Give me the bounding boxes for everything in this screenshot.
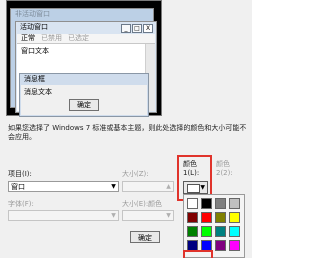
size-select[interactable]: ▲ (122, 181, 174, 192)
window-color-appearance-dialog: 非活动窗口 活动窗口 _ □ X 正常 已禁用 已选定 窗口文本 消息框 消息文… (0, 0, 252, 258)
color-swatch[interactable] (201, 212, 212, 223)
color-swatch[interactable] (215, 240, 226, 251)
menu-bar-preview[interactable]: 正常 已禁用 已选定 (17, 34, 155, 44)
menu-selected[interactable]: 已选定 (68, 34, 89, 43)
message-box-preview[interactable]: 消息框 消息文本 确定 (19, 73, 149, 117)
window-text: 窗口文本 (21, 47, 49, 55)
item-select[interactable]: 窗口 ▼ (8, 181, 119, 192)
color-swatch[interactable] (229, 226, 240, 237)
color-swatch[interactable] (229, 212, 240, 223)
maximize-icon[interactable]: □ (132, 24, 142, 33)
menu-normal[interactable]: 正常 (21, 34, 35, 43)
color2-label: 颜色 (216, 160, 230, 168)
size-label: 大小(Z): (122, 170, 149, 178)
font-color-label: 颜色 (148, 200, 162, 208)
color2-sublabel: 2(2): (216, 169, 233, 177)
font-label: 字体(F): (8, 200, 34, 208)
color-swatch[interactable] (215, 212, 226, 223)
palette-highlight (183, 250, 213, 258)
close-icon[interactable]: X (143, 24, 153, 33)
ok-button[interactable]: 确定 (130, 231, 160, 243)
minimize-icon[interactable]: _ (121, 24, 131, 33)
font-size-label: 大小(E): (122, 200, 149, 208)
color-swatch[interactable] (187, 212, 198, 223)
message-box-body: 消息文本 确定 (21, 85, 147, 115)
color-swatch[interactable] (187, 226, 198, 237)
color-swatch[interactable] (229, 240, 240, 251)
chevron-down-icon: ▼ (111, 183, 116, 190)
font-size-select[interactable]: ▼ (122, 210, 174, 221)
color-palette[interactable] (183, 194, 245, 258)
appearance-preview[interactable]: 非活动窗口 活动窗口 _ □ X 正常 已禁用 已选定 窗口文本 消息框 消息文… (6, 0, 162, 117)
preview-ok-button[interactable]: 确定 (69, 99, 99, 111)
stepper-icon: ▲ (166, 183, 171, 190)
chevron-down-icon: ▼ (111, 212, 116, 219)
color-swatch[interactable] (215, 198, 226, 209)
color-swatch[interactable] (201, 198, 212, 209)
message-box-title[interactable]: 消息框 (20, 74, 148, 84)
item-label: 项目(I): (8, 170, 32, 178)
menu-disabled[interactable]: 已禁用 (41, 34, 62, 43)
color-swatch[interactable] (229, 198, 240, 209)
chevron-down-icon: ▼ (166, 212, 171, 219)
inactive-window-title[interactable]: 非活动窗口 (11, 9, 153, 20)
font-select[interactable]: ▼ (8, 210, 119, 221)
theme-note: 如果您选择了 Windows 7 标准或基本主题，则此处选择的颜色和大小可能不会… (8, 124, 247, 141)
color-swatch[interactable] (201, 226, 212, 237)
item-value: 窗口 (11, 183, 25, 191)
caption-buttons: _ □ X (121, 24, 153, 33)
color-swatch[interactable] (187, 198, 198, 209)
color-swatch[interactable] (215, 226, 226, 237)
palette-grid (187, 198, 240, 251)
message-text: 消息文本 (24, 88, 52, 96)
